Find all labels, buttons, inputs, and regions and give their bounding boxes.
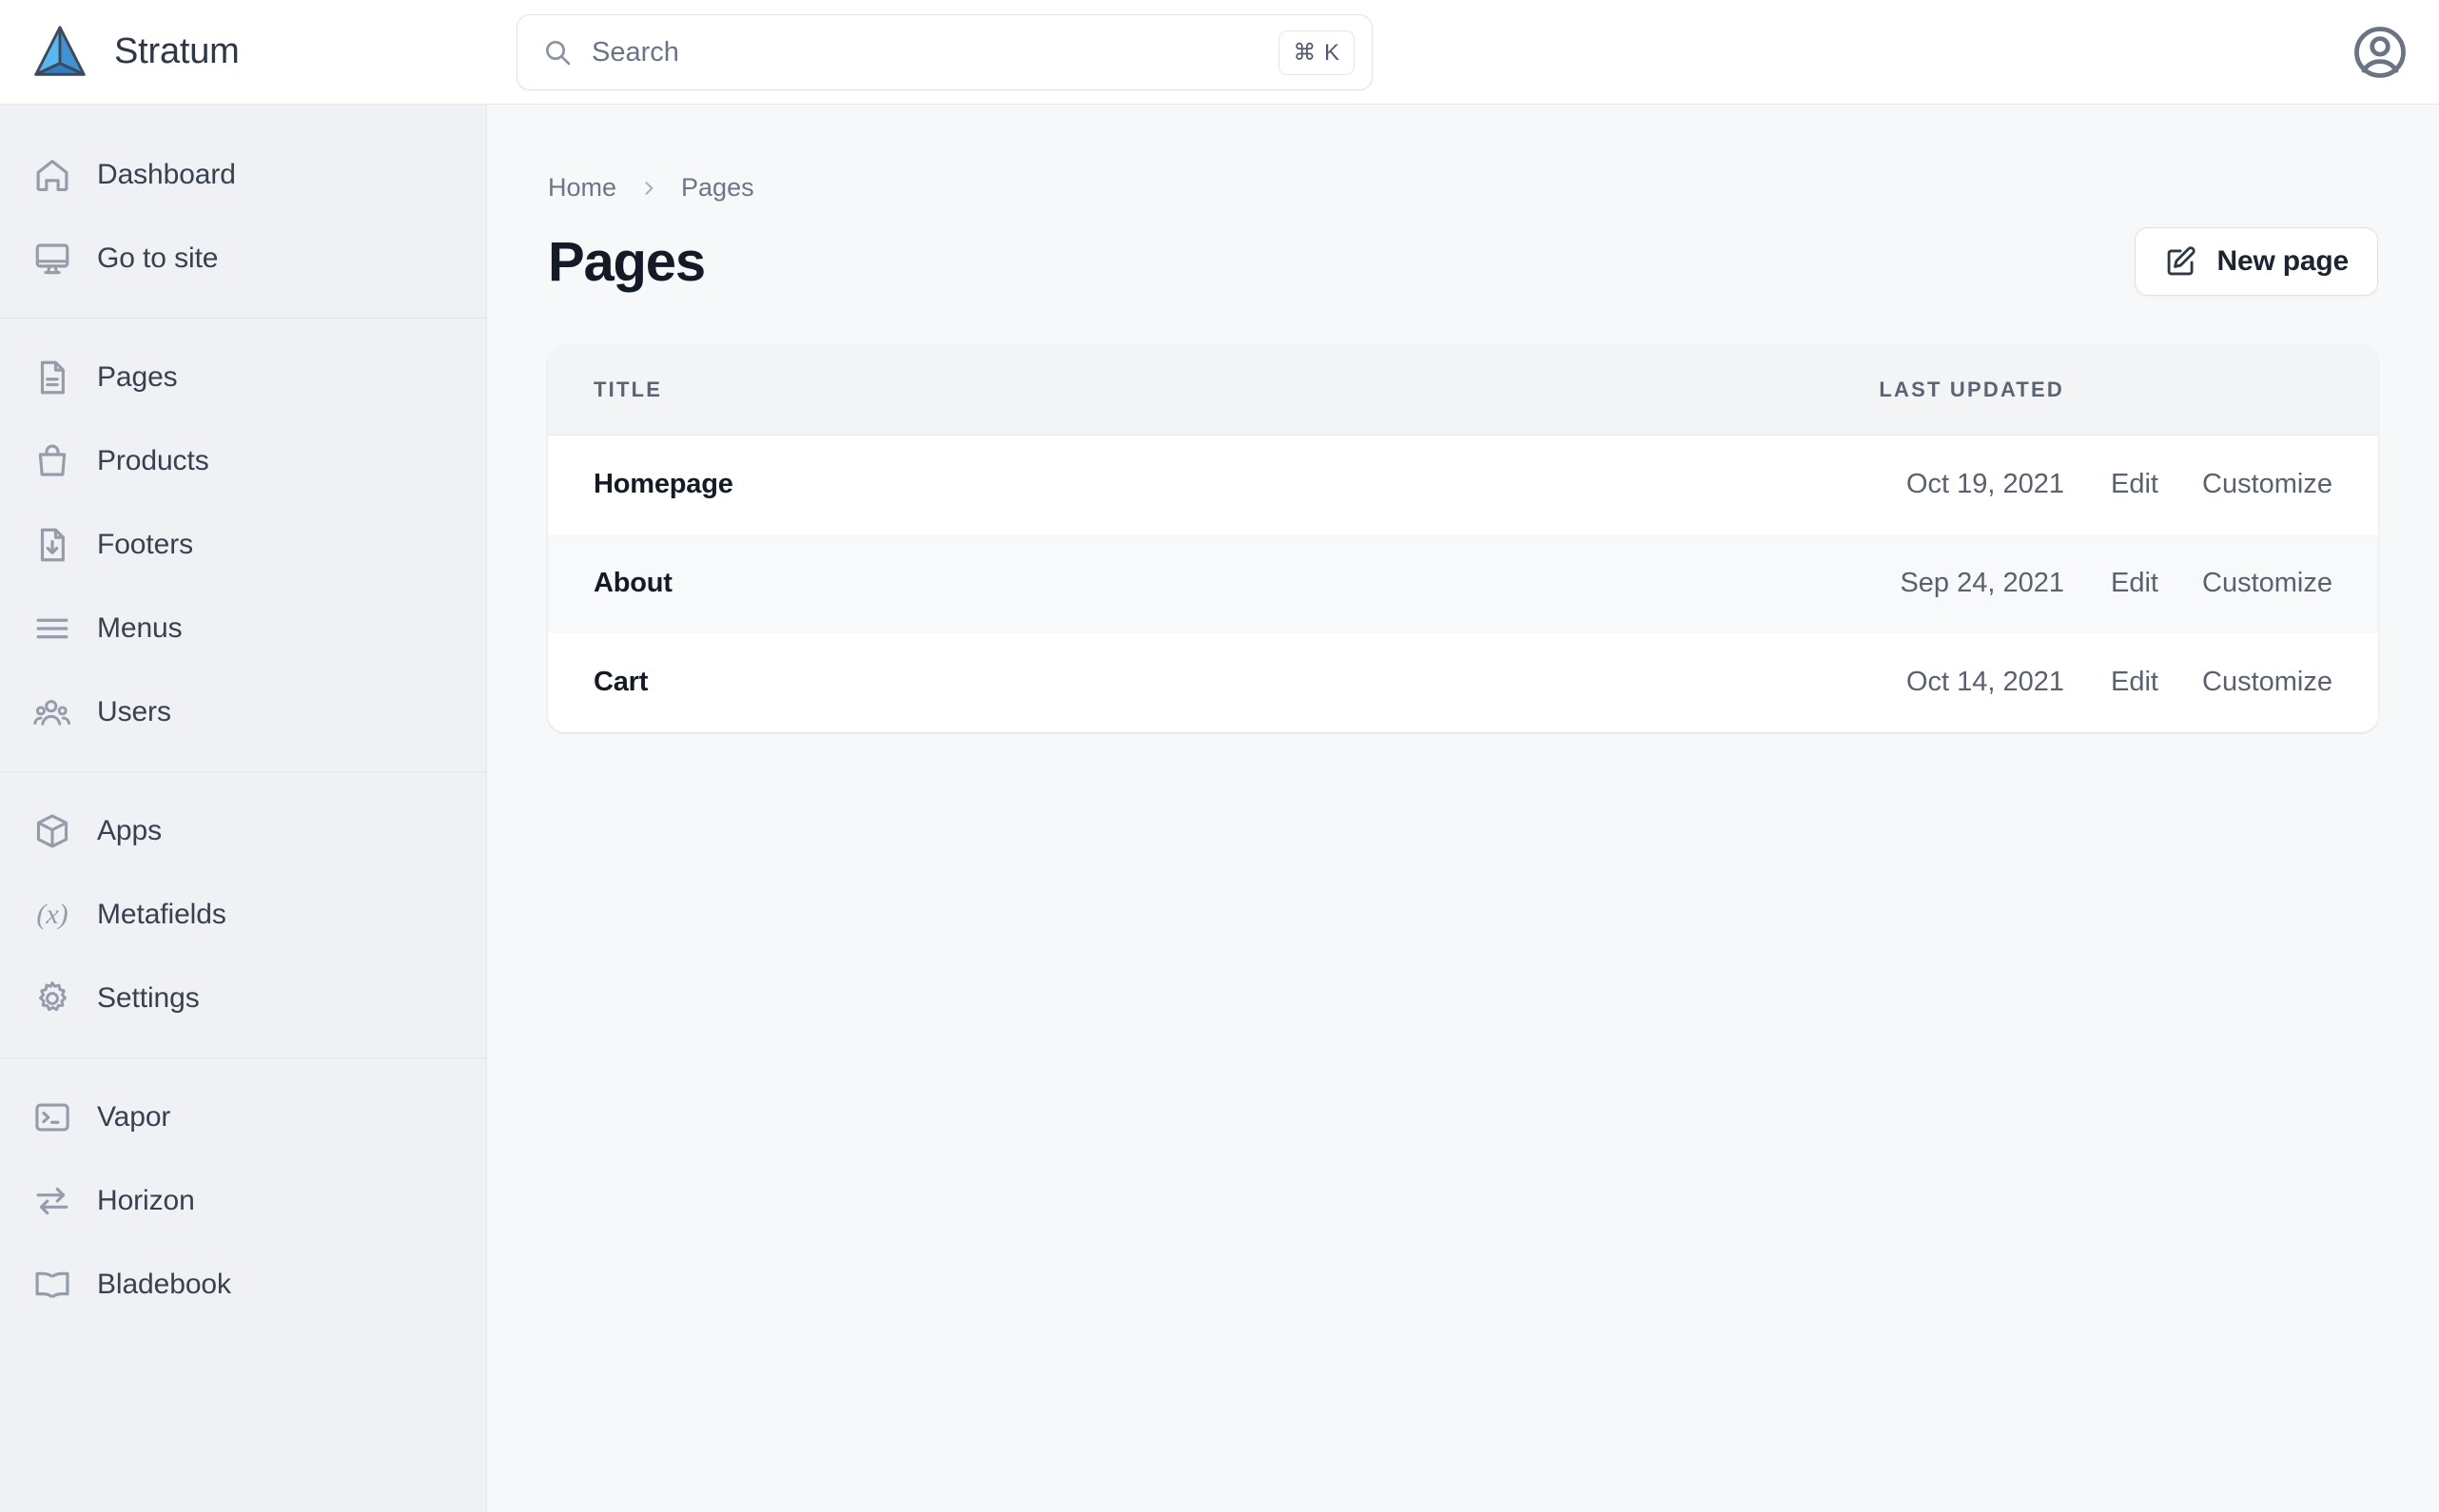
sidebar-item-label: Bladebook xyxy=(97,1269,231,1300)
open-book-icon xyxy=(32,1265,72,1305)
sidebar-group-primary: Dashboard Go to site xyxy=(0,116,486,318)
row-actions: Edit Customize xyxy=(2064,534,2378,633)
sidebar-item-label: Vapor xyxy=(97,1101,171,1133)
cell-page-title: Homepage xyxy=(594,469,733,500)
edit-link[interactable]: Edit xyxy=(2111,469,2158,500)
sidebar: Dashboard Go to site Pages Products Foot… xyxy=(0,105,487,1512)
triangle-pyramid-logo-icon xyxy=(30,23,89,82)
edit-link[interactable]: Edit xyxy=(2111,568,2158,599)
sidebar-item-footers[interactable]: Footers xyxy=(0,503,486,587)
arrows-exchange-icon xyxy=(32,1181,72,1221)
gear-icon xyxy=(32,979,72,1018)
search-input[interactable] xyxy=(592,36,1279,68)
chevron-right-icon xyxy=(639,176,658,201)
search-box[interactable]: ⌘ K xyxy=(517,14,1373,90)
page-title: Pages xyxy=(548,230,706,293)
document-download-icon xyxy=(32,525,72,565)
edit-square-icon xyxy=(2164,244,2198,279)
sidebar-item-label: Dashboard xyxy=(97,159,236,190)
sidebar-item-metafields[interactable]: (x) Metafields xyxy=(0,873,486,957)
sidebar-item-bladebook[interactable]: Bladebook xyxy=(0,1243,486,1327)
table-body: Homepage Oct 19, 2021 Edit Customize Abo… xyxy=(548,436,2378,732)
sidebar-group-platform: Apps (x) Metafields Settings xyxy=(0,772,486,1057)
cell-page-title: Cart xyxy=(594,667,649,697)
brand-name: Stratum xyxy=(114,31,240,71)
users-group-icon xyxy=(32,692,72,732)
sidebar-item-label: Horizon xyxy=(97,1185,195,1216)
page-header: Pages New page xyxy=(548,227,2378,296)
sidebar-item-products[interactable]: Products xyxy=(0,419,486,503)
pages-table: TITLE LAST UPDATED Homepage Oct 19, 2021… xyxy=(548,345,2378,732)
breadcrumb-home[interactable]: Home xyxy=(548,173,616,203)
customize-link[interactable]: Customize xyxy=(2202,568,2332,599)
cube-icon xyxy=(32,811,72,851)
sidebar-item-settings[interactable]: Settings xyxy=(0,957,486,1040)
sidebar-item-label: Apps xyxy=(97,815,162,846)
sidebar-group-content: Pages Products Footers Menus Users xyxy=(0,319,486,771)
sidebar-item-label: Go to site xyxy=(97,242,219,274)
table-row[interactable]: About Sep 24, 2021 Edit Customize xyxy=(548,533,2378,633)
sidebar-item-horizon[interactable]: Horizon xyxy=(0,1159,486,1243)
sidebar-item-menus[interactable]: Menus xyxy=(0,587,486,670)
sidebar-item-label: Footers xyxy=(97,529,194,560)
sidebar-item-label: Settings xyxy=(97,982,200,1014)
column-header-title: TITLE xyxy=(594,378,663,401)
cell-last-updated: Oct 19, 2021 xyxy=(1905,469,2064,500)
search-icon xyxy=(542,37,573,68)
new-page-button[interactable]: New page xyxy=(2134,227,2378,296)
hamburger-lines-icon xyxy=(32,609,72,649)
breadcrumb-current[interactable]: Pages xyxy=(681,173,754,203)
customize-link[interactable]: Customize xyxy=(2202,469,2332,500)
sidebar-item-pages[interactable]: Pages xyxy=(0,336,486,419)
monitor-icon xyxy=(32,239,72,279)
shopping-bag-icon xyxy=(32,441,72,481)
row-actions: Edit Customize xyxy=(2064,633,2378,732)
column-header-actions xyxy=(2064,345,2378,436)
cell-last-updated: Sep 24, 2021 xyxy=(1900,568,2064,598)
new-page-button-label: New page xyxy=(2216,245,2350,277)
variable-x-icon: (x) xyxy=(36,899,68,930)
pages-table-card: TITLE LAST UPDATED Homepage Oct 19, 2021… xyxy=(548,345,2378,732)
home-icon xyxy=(32,155,72,195)
main-content: Home Pages Pages New page TITLE LAST UPD… xyxy=(487,105,2439,1512)
document-icon xyxy=(32,358,72,397)
sidebar-item-dashboard[interactable]: Dashboard xyxy=(0,133,486,217)
edit-link[interactable]: Edit xyxy=(2111,667,2158,698)
search-shortcut-badge: ⌘ K xyxy=(1278,29,1355,75)
table-row[interactable]: Homepage Oct 19, 2021 Edit Customize xyxy=(548,436,2378,534)
table-header: TITLE LAST UPDATED xyxy=(548,345,2378,436)
sidebar-item-label: Metafields xyxy=(97,899,226,930)
sidebar-item-vapor[interactable]: Vapor xyxy=(0,1076,486,1159)
sidebar-item-label: Users xyxy=(97,696,171,727)
sidebar-group-tools: Vapor Horizon Bladebook xyxy=(0,1058,486,1344)
sidebar-item-label: Pages xyxy=(97,361,178,393)
sidebar-item-apps[interactable]: Apps xyxy=(0,789,486,873)
breadcrumb: Home Pages xyxy=(548,173,2378,203)
sidebar-item-go-to-site[interactable]: Go to site xyxy=(0,217,486,300)
top-bar: Stratum ⌘ K xyxy=(0,0,2439,105)
sidebar-item-label: Products xyxy=(97,445,209,476)
sidebar-item-users[interactable]: Users xyxy=(0,670,486,754)
sidebar-item-label: Menus xyxy=(97,612,183,644)
terminal-icon xyxy=(32,1097,72,1137)
table-header-row: TITLE LAST UPDATED xyxy=(548,345,2378,436)
column-header-last-updated: LAST UPDATED xyxy=(1879,378,2064,401)
row-actions: Edit Customize xyxy=(2064,436,2378,534)
customize-link[interactable]: Customize xyxy=(2202,667,2332,698)
brand[interactable]: Stratum xyxy=(30,23,430,82)
search-container: ⌘ K xyxy=(517,14,1373,90)
table-row[interactable]: Cart Oct 14, 2021 Edit Customize xyxy=(548,633,2378,732)
cell-last-updated: Oct 14, 2021 xyxy=(1905,667,2064,697)
cell-page-title: About xyxy=(594,568,673,598)
account-circle-icon[interactable] xyxy=(2350,22,2410,83)
